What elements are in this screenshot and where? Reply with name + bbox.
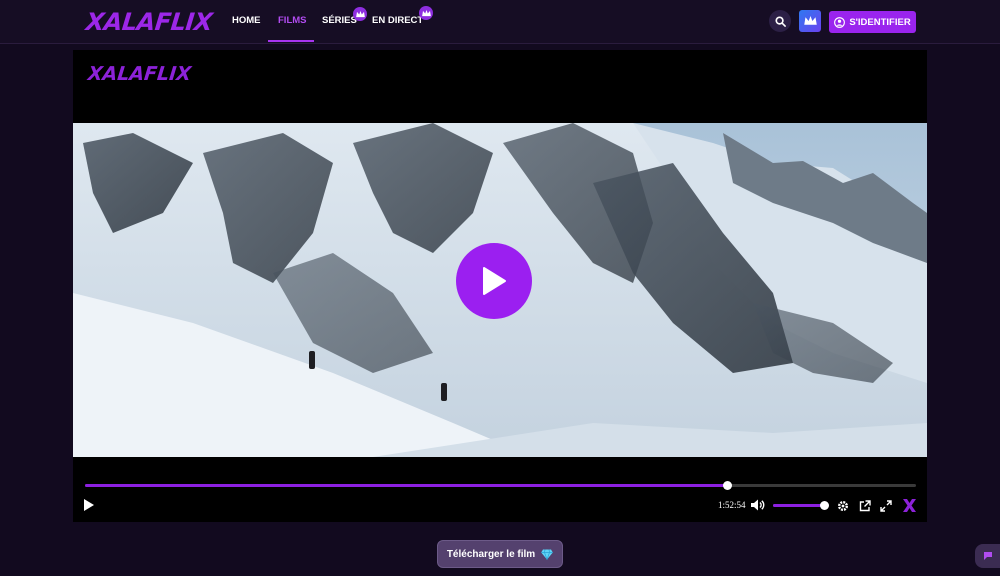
site-logo[interactable]: XALAFLIX [85, 8, 214, 36]
brand-x-button[interactable] [901, 497, 917, 513]
premium-button[interactable] [799, 10, 821, 32]
video-player[interactable]: XALAFLIX 1:52:54 [73, 50, 927, 522]
premium-crown-icon [353, 7, 367, 21]
xalaflix-x-icon [902, 498, 916, 512]
chat-widget-button[interactable] [975, 544, 1000, 568]
fullscreen-icon [880, 500, 892, 512]
play-button[interactable] [82, 498, 96, 512]
volume-slider-handle[interactable] [819, 501, 829, 510]
progress-bar[interactable] [85, 481, 916, 490]
external-link-icon [859, 500, 871, 512]
search-button[interactable] [769, 10, 791, 32]
settings-button[interactable] [836, 499, 850, 513]
volume-icon [751, 499, 765, 511]
play-icon [84, 499, 94, 511]
player-watermark-logo: XALAFLIX [86, 63, 193, 85]
premium-crown-icon [419, 6, 433, 20]
user-icon [834, 16, 846, 28]
download-film-button[interactable]: Télécharger le film [437, 540, 563, 568]
fullscreen-button[interactable] [879, 499, 893, 513]
chat-icon [984, 552, 992, 560]
nav-item-series[interactable]: SÉRIES [322, 15, 357, 26]
play-icon [483, 267, 506, 295]
signin-label: S'IDENTIFIER [849, 16, 911, 28]
center-play-button[interactable] [456, 243, 532, 319]
crown-icon [803, 16, 817, 25]
nav-item-home[interactable]: HOME [232, 15, 261, 26]
video-frame[interactable] [73, 123, 927, 457]
progress-bar-handle[interactable] [722, 481, 732, 490]
diamond-icon [541, 548, 553, 560]
open-external-button[interactable] [858, 499, 872, 513]
nav-item-films[interactable]: FILMS [278, 15, 307, 26]
progress-bar-fill [85, 484, 727, 487]
nav-item-en-direct[interactable]: EN DIRECT [372, 15, 423, 26]
signin-button[interactable]: S'IDENTIFIER [829, 11, 916, 33]
volume-slider-fill [773, 504, 824, 507]
mute-button[interactable] [750, 498, 766, 512]
active-tab-indicator [268, 40, 314, 42]
volume-slider[interactable] [773, 501, 829, 510]
time-remaining: 1:52:54 [718, 500, 746, 510]
download-label: Télécharger le film [446, 548, 536, 560]
top-navigation-bar: XALAFLIX HOME FILMS SÉRIES EN DIRECT S'I… [0, 0, 1000, 44]
search-icon [774, 15, 786, 27]
gear-icon [838, 501, 848, 511]
